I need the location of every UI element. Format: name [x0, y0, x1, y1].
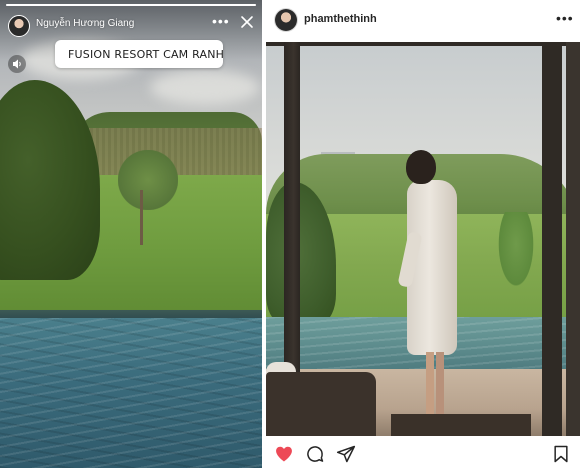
- post-photo-chair: [266, 372, 376, 436]
- story-viewer: Nguyễn Hương Giang ••• FUSION RESORT CAM…: [0, 0, 262, 468]
- close-icon[interactable]: [240, 15, 254, 29]
- location-sticker-label: FUSION RESORT CAM RANH: [68, 47, 225, 61]
- post-avatar[interactable]: [275, 9, 297, 31]
- story-username[interactable]: Nguyễn Hương Giang: [36, 18, 134, 29]
- post-photo-window-frame: [542, 42, 562, 436]
- post-action-bar: [266, 436, 580, 468]
- feed-post: phamthethinh •••: [266, 0, 580, 468]
- post-photo-table: [391, 414, 531, 436]
- story-progress-bar: [6, 4, 256, 6]
- comment-icon[interactable]: [305, 444, 325, 464]
- story-photo-pool: [0, 318, 262, 468]
- more-horizontal-icon[interactable]: •••: [212, 14, 230, 28]
- post-photo-palm: [496, 212, 536, 292]
- panel-divider: [262, 0, 266, 468]
- story-photo-tree: [118, 150, 178, 210]
- location-sticker[interactable]: FUSION RESORT CAM RANH: [55, 40, 225, 68]
- story-avatar[interactable]: [8, 15, 30, 37]
- story-photo-trunk: [140, 190, 143, 245]
- story-progress-fill: [6, 4, 256, 6]
- post-photo-person-legs: [426, 352, 444, 414]
- bookmark-icon[interactable]: [551, 444, 571, 464]
- post-photo[interactable]: [266, 42, 580, 436]
- more-horizontal-icon[interactable]: •••: [556, 11, 574, 25]
- post-photo-window-frame: [566, 42, 580, 436]
- speaker-icon[interactable]: [8, 55, 26, 73]
- heart-icon[interactable]: [274, 444, 294, 464]
- send-icon[interactable]: [336, 444, 356, 464]
- story-photo-cloud: [150, 70, 260, 105]
- post-photo-window-frame: [266, 42, 580, 46]
- post-photo-person-head: [406, 150, 436, 184]
- post-username[interactable]: phamthethinh: [304, 13, 377, 25]
